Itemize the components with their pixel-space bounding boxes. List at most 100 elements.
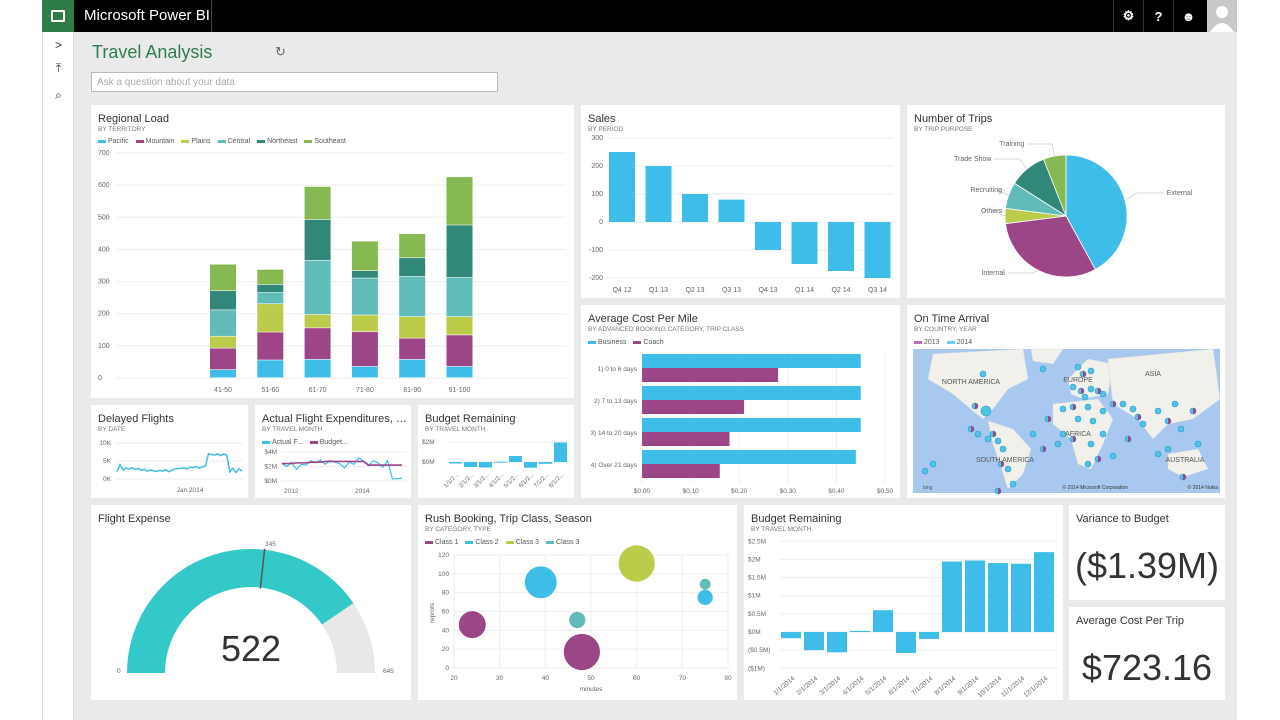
bar-coach	[642, 464, 720, 478]
tile-rush-booking[interactable]: 20 30 40 50 60 70 80 0 20 40 60 80 100 120 minutes repr…	[418, 505, 737, 700]
legend-item[interactable]: Central	[217, 138, 251, 145]
feedback-smiley-icon[interactable]: ☻	[1173, 0, 1203, 32]
legend-item[interactable]: Northeast	[257, 138, 297, 145]
map-bubble	[1129, 405, 1137, 413]
power-bi-logo[interactable]	[42, 0, 74, 32]
map-bubble	[1164, 445, 1172, 453]
tile-subtitle: BY CATEGORY, TYPE	[425, 526, 491, 533]
legend-item[interactable]: Class 2	[465, 539, 499, 546]
tile-regional-load[interactable]: 0 100 200 300 400 500 600 700 41-50 51-60 61-70 71-…	[91, 105, 574, 398]
search-icon[interactable]: ⌕	[43, 88, 74, 103]
gauge-target-label: 345	[265, 541, 276, 548]
tile-title: Actual Flight Expenditures, Bu...	[262, 413, 411, 425]
bar	[827, 632, 847, 653]
map-bubble	[1177, 425, 1185, 433]
tile-on-time-arrival[interactable]: NORTH AMERICA EUROPE ASIA AFRICA SOUTH AMERI…	[907, 305, 1225, 498]
legend-item[interactable]: Southeast	[304, 138, 346, 145]
legend-item[interactable]: Class 1	[425, 539, 458, 546]
bar	[1034, 552, 1054, 632]
bar-segment	[304, 359, 331, 378]
left-nav: > ⤒ ⌕	[42, 32, 74, 720]
refresh-icon[interactable]: ↻	[275, 44, 286, 60]
tile-number-of-trips[interactable]: External Internal Others Recruiting Trade Sh…	[907, 105, 1225, 298]
legend-label: Northeast	[267, 138, 298, 145]
legend-item[interactable]: Coach	[633, 339, 664, 346]
qa-search-input[interactable]	[91, 72, 498, 92]
x-tick-label: 91-100	[449, 387, 471, 394]
bubble	[697, 589, 713, 606]
legend-item[interactable]: Pacific	[98, 138, 129, 145]
legend-item[interactable]: Class 3	[505, 539, 539, 546]
gear-icon[interactable]: ⚙	[1113, 0, 1143, 32]
legend-item[interactable]: Class 3	[546, 539, 579, 546]
y-tick-label: $1.5M	[748, 575, 766, 582]
pin-top-icon[interactable]: ⤒	[43, 61, 74, 76]
y-tick-label: 3) 14 to 20 days	[590, 430, 637, 437]
legend-swatch	[217, 139, 226, 143]
legend-swatch	[546, 540, 555, 544]
tile-subtitle: BY TRAVEL MONTH	[425, 426, 486, 433]
tile-actual-flight-expenditures[interactable]: $0M $2M $4M 2012 2014 Actual Flight Expendit…	[255, 405, 411, 498]
legend-item[interactable]: Plains	[181, 138, 211, 145]
x-tick-label: 51-60	[261, 387, 279, 394]
x-tick-label: Q1 14	[795, 287, 814, 294]
tile-budget-remaining-small[interactable]: $0M $2M 1/1/2... 2/1/2... 3/1/2... 4/1/2... 5/…	[418, 405, 574, 498]
legend-swatch	[257, 139, 266, 143]
bar-segment	[446, 316, 473, 335]
tile-sales[interactable]: -200 -100 0 100 200 300 Q4 12 Q1 13 Q2 13 Q3 13 Q4…	[581, 105, 900, 298]
legend: Actual F... Budget...	[262, 439, 348, 446]
gauge-min-label: 0	[117, 668, 121, 675]
bar	[509, 456, 522, 462]
user-avatar-icon[interactable]	[1207, 0, 1237, 32]
x-tick-label: 5/1/2014	[864, 675, 888, 697]
bar-segment	[446, 366, 473, 378]
chart-svg: -200 -100 0 100 200 300 Q4 12 Q1 13 Q2 13 Q3 13 Q4…	[589, 135, 893, 294]
bar-segment	[399, 338, 426, 360]
tile-subtitle: BY PERIOD	[588, 126, 624, 133]
bar-business	[642, 386, 861, 400]
legend-label: Central	[227, 138, 251, 145]
legend-swatch	[465, 540, 474, 544]
legend-item[interactable]: Business	[588, 339, 626, 346]
tile-average-cost-per-mile[interactable]: $0.00 $0.10 $0.20 $0.30 $0.40 $0.50 1) 0 to 6 …	[581, 305, 900, 498]
line-series	[116, 452, 243, 474]
legend-item[interactable]: Actual F...	[262, 439, 303, 446]
bar-segment	[257, 269, 284, 285]
bar	[479, 462, 492, 468]
y-tick-label: 100	[98, 343, 110, 350]
map-bubble	[980, 405, 992, 417]
y-tick-label: 100	[438, 571, 449, 578]
bar-coach	[642, 432, 730, 446]
x-tick-label: 41-50	[214, 387, 232, 394]
y-tick-label: ($0.5M)	[748, 647, 770, 654]
y-tick-label: $0.5M	[748, 611, 766, 618]
y-tick-label: $2.5M	[748, 538, 766, 545]
tile-flight-expense[interactable]: 0 345 645 522 Flight Expense	[91, 505, 411, 700]
x-tick-label: 3/1/2...	[473, 472, 490, 489]
y-axis-label: reprots	[429, 602, 436, 623]
tile-variance-to-budget[interactable]: Variance to Budget ($1.39M)	[1069, 505, 1225, 600]
map-bubble	[999, 445, 1007, 453]
x-tick-label: $0.10	[682, 488, 699, 495]
expand-chevron-icon[interactable]: >	[43, 38, 74, 52]
map-bubble	[994, 437, 1002, 445]
bar	[873, 610, 893, 632]
y-tick-label: 600	[98, 182, 110, 189]
x-tick-label: 6/1/2014	[887, 675, 911, 697]
map-bubble	[974, 430, 982, 438]
map-region-label: NORTH AMERICA	[942, 379, 1001, 386]
gauge-value: 522	[221, 628, 281, 669]
tile-average-cost-per-trip[interactable]: Average Cost Per Trip $723.16	[1069, 607, 1225, 700]
dashboard-title: Travel Analysis	[92, 42, 213, 62]
map-bubble	[929, 460, 937, 468]
legend-item[interactable]: Mountain	[135, 138, 174, 145]
help-icon[interactable]: ?	[1143, 0, 1173, 32]
x-tick-label: 4/1/2...	[488, 472, 505, 489]
x-tick-label: 5/1/2...	[503, 472, 520, 489]
y-tick-label: 200	[98, 311, 110, 318]
legend-item[interactable]: Budget...	[309, 439, 348, 446]
tile-delayed-flights[interactable]: 0K 5K 10K Jan 2014 Delayed Flights BY DATE	[91, 405, 248, 498]
tile-budget-remaining-large[interactable]: ($1M) ($0.5M) $0M $0.5M $1M $1.5M $2M $2.5M 1/1/…	[744, 505, 1063, 700]
map-bubble	[1074, 415, 1082, 423]
tile-subtitle: BY ADVANCED BOOKING CATEGORY, TRIP CLASS	[588, 326, 744, 333]
